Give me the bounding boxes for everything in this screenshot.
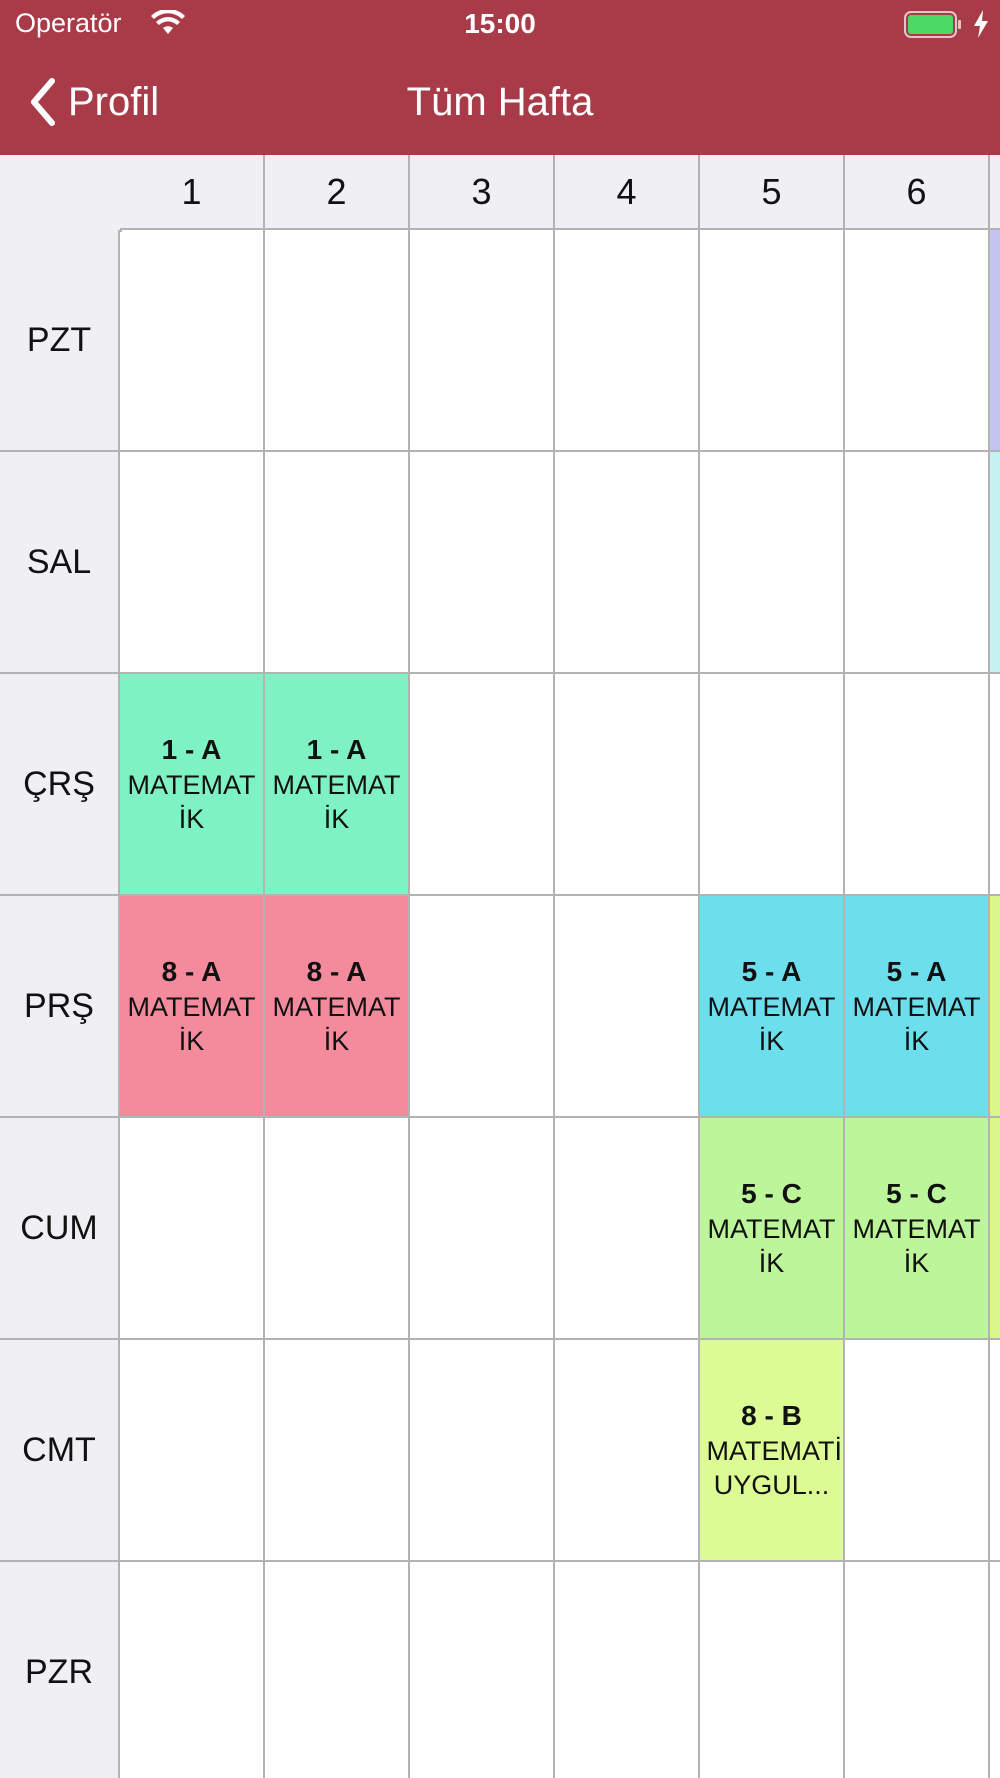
clock-label: 15:00 [464,8,536,39]
navigation-header: Operatör 15:00 Profil Tüm Hafta [0,0,1000,155]
timetable-cell[interactable] [410,1340,555,1562]
timetable-cell[interactable] [845,452,990,674]
timetable-cell[interactable] [555,674,700,896]
lesson-class: 8 - A [161,956,222,987]
lesson-subject: MATEMATİK [272,992,401,1056]
timetable-cell-partial[interactable] [990,896,1000,1118]
weekly-timetable: 1 2 3 4 5 6 PZT SAL ÇRŞ PRŞ CUM CMT PZR … [0,155,1000,1778]
timetable-cell[interactable] [700,452,845,674]
lesson-cell-prs-1[interactable]: 8 - A MATEMATİK [120,896,265,1118]
timetable-cell-partial[interactable] [990,1118,1000,1340]
day-header-crs: ÇRŞ [0,674,120,896]
lesson-subject: MATEMATİK [127,770,256,834]
period-header-1: 1 [120,155,265,230]
lesson-cell-prs-5[interactable]: 5 - A MATEMATİK [700,896,845,1118]
timetable-cell[interactable] [265,1118,410,1340]
timetable-cell[interactable] [410,674,555,896]
timetable-cell[interactable] [555,1118,700,1340]
day-header-cum: CUM [0,1118,120,1340]
timetable-cell[interactable] [120,1340,265,1562]
lesson-class: 5 - C [741,1178,802,1209]
timetable-cell[interactable] [555,1562,700,1778]
timetable-cell[interactable] [555,896,700,1118]
timetable-cell[interactable] [845,1340,990,1562]
timetable-cell[interactable] [555,1340,700,1562]
lesson-subject: MATEMATİK [707,1214,836,1278]
lesson-cell-prs-2[interactable]: 8 - A MATEMATİK [265,896,410,1118]
lesson-class: 8 - A [306,956,367,987]
timetable-cell[interactable] [845,230,990,452]
timetable-cell[interactable] [845,1562,990,1778]
lesson-cell-cmt-5[interactable]: 8 - B MATEMATİK UYGUL... [700,1340,845,1562]
period-header-5: 5 [700,155,845,230]
period-header-3: 3 [410,155,555,230]
lesson-subject: MATEMATİK [852,992,981,1056]
lesson-cell-crs-1[interactable]: 1 - A MATEMATİK [120,674,265,896]
lesson-class: 1 - A [161,734,222,765]
timetable-cell-partial[interactable] [990,1340,1000,1562]
header-corner [0,155,122,232]
day-header-prs: PRŞ [0,896,120,1118]
lesson-subject: MATEMATİK UYGUL... [706,1436,845,1500]
timetable-cell[interactable] [410,1562,555,1778]
charging-icon [974,10,988,38]
timetable-cell[interactable] [265,1340,410,1562]
timetable-cell-partial[interactable] [990,230,1000,452]
lesson-class: 5 - A [741,956,802,987]
timetable-cell[interactable] [120,452,265,674]
lesson-class: 5 - A [886,956,947,987]
timetable-cell[interactable] [265,1562,410,1778]
day-header-cmt: CMT [0,1340,120,1562]
timetable-cell-partial[interactable] [990,674,1000,896]
timetable-cell[interactable] [410,452,555,674]
period-header-6: 6 [845,155,990,230]
lesson-subject: MATEMATİK [707,992,836,1056]
timetable-cell[interactable] [410,1118,555,1340]
timetable-cell[interactable] [700,674,845,896]
page-title: Tüm Hafta [406,80,594,124]
lesson-cell-cum-6[interactable]: 5 - C MATEMATİK [845,1118,990,1340]
timetable-cell[interactable] [700,230,845,452]
timetable-cell[interactable] [120,1562,265,1778]
lesson-cell-prs-6[interactable]: 5 - A MATEMATİK [845,896,990,1118]
lesson-class: 8 - B [741,1400,802,1431]
period-header-next [990,155,1000,230]
day-header-pzr: PZR [0,1562,120,1778]
lesson-class: 5 - C [886,1178,947,1209]
lesson-cell-crs-2[interactable]: 1 - A MATEMATİK [265,674,410,896]
timetable-cell[interactable] [265,230,410,452]
period-header-2: 2 [265,155,410,230]
timetable-cell[interactable] [120,230,265,452]
battery-icon [904,11,961,38]
lesson-subject: MATEMATİK [852,1214,981,1278]
timetable-cell-partial[interactable] [990,452,1000,674]
lesson-cell-cum-5[interactable]: 5 - C MATEMATİK [700,1118,845,1340]
lesson-subject: MATEMATİK [272,770,401,834]
timetable-cell[interactable] [410,896,555,1118]
timetable-cell[interactable] [555,452,700,674]
period-header-4: 4 [555,155,700,230]
timetable-cell-partial[interactable] [990,1562,1000,1778]
timetable-cell[interactable] [410,230,555,452]
lesson-class: 1 - A [306,734,367,765]
timetable-cell[interactable] [555,230,700,452]
timetable-cell[interactable] [845,674,990,896]
day-header-sal: SAL [0,452,120,674]
timetable-cell[interactable] [120,1118,265,1340]
timetable-cell[interactable] [265,452,410,674]
day-header-pzt: PZT [0,230,120,452]
timetable-cell[interactable] [700,1562,845,1778]
lesson-subject: MATEMATİK [127,992,256,1056]
